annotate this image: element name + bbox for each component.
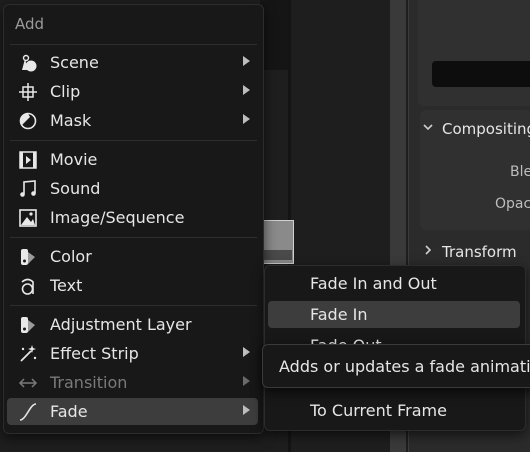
menu-separator — [10, 305, 257, 306]
image-icon — [16, 206, 40, 230]
transform-section-header[interactable]: Transform — [420, 239, 530, 265]
menu-item-scene[interactable]: Scene — [7, 49, 258, 76]
tooltip-text: Adds or updates a fade animation — [279, 356, 530, 376]
sound-icon — [16, 177, 40, 201]
submenu-item-label: Fade In — [310, 305, 368, 324]
menu-item-mask[interactable]: Mask — [7, 107, 258, 134]
strip-name-field[interactable] — [432, 61, 530, 87]
blend-label: Blend — [510, 164, 530, 180]
menu-title: Add — [15, 15, 45, 33]
menu-item-label: Text — [50, 276, 83, 295]
menu-separator — [10, 237, 257, 238]
properties-header — [418, 0, 530, 106]
submenu-arrow-icon — [243, 376, 250, 386]
clip-icon — [16, 80, 40, 104]
chevron-right-icon — [420, 244, 436, 260]
opacity-label: Opacity — [495, 196, 530, 212]
submenu-arrow-icon — [243, 56, 250, 66]
menu-item-clip[interactable]: Clip — [7, 78, 258, 105]
menu-item-image-sequence[interactable]: Image/Sequence — [7, 204, 258, 231]
menu-item-label: Mask — [50, 111, 92, 130]
fade-icon — [16, 400, 40, 424]
scene-icon — [16, 51, 40, 75]
submenu-arrow-icon — [243, 85, 250, 95]
menu-item-label: Scene — [50, 53, 99, 72]
mask-icon — [16, 109, 40, 133]
submenu-arrow-icon — [243, 347, 250, 357]
submenu-item-label: To Current Frame — [310, 401, 447, 420]
submenu-item-label: Fade In and Out — [310, 274, 437, 293]
menu-separator — [10, 140, 257, 141]
menu-item-label: Clip — [50, 82, 81, 101]
menu-item-label: Sound — [50, 179, 101, 198]
menu-item-adjustment-layer[interactable]: Adjustment Layer — [7, 311, 258, 338]
effect-strip-icon — [16, 342, 40, 366]
compositing-label: Compositing — [442, 120, 530, 138]
menu-item-label: Color — [50, 247, 92, 266]
color-icon — [16, 245, 40, 269]
menu-item-color[interactable]: Color — [7, 243, 258, 270]
menu-item-text[interactable]: Text — [7, 272, 258, 299]
submenu-item-fade-in[interactable]: Fade In — [268, 301, 520, 328]
menu-item-label: Adjustment Layer — [50, 315, 192, 334]
transform-label: Transform — [442, 243, 517, 261]
add-menu: Add Scene Clip Mask Movie Sound Image/Se… — [3, 4, 264, 434]
menu-item-sound[interactable]: Sound — [7, 175, 258, 202]
submenu-item-fade-in-and-out[interactable]: Fade In and Out — [268, 270, 520, 297]
menu-item-label: Transition — [50, 373, 128, 392]
menu-item-effect-strip[interactable]: Effect Strip — [7, 340, 258, 367]
menu-item-label: Fade — [50, 402, 88, 421]
adjustment-layer-icon — [16, 313, 40, 337]
menu-item-label: Effect Strip — [50, 344, 139, 363]
menu-item-label: Image/Sequence — [50, 208, 185, 227]
movie-icon — [16, 148, 40, 172]
menu-item-transition[interactable]: Transition — [7, 369, 258, 396]
menu-item-fade[interactable]: Fade — [7, 398, 258, 425]
preview-region — [260, 0, 290, 70]
menu-separator — [10, 44, 257, 45]
menu-item-label: Movie — [50, 150, 98, 169]
strip-thumbnail-shadow — [262, 250, 292, 260]
compositing-section-header[interactable]: Compositing — [420, 116, 530, 142]
submenu-item-to-current-frame[interactable]: To Current Frame — [268, 397, 520, 424]
tooltip: Adds or updates a fade animation — [262, 344, 530, 388]
transition-icon — [16, 371, 40, 395]
submenu-arrow-icon — [243, 405, 250, 415]
text-icon — [16, 274, 40, 298]
chevron-down-icon — [420, 121, 436, 137]
submenu-arrow-icon — [243, 114, 250, 124]
menu-item-movie[interactable]: Movie — [7, 146, 258, 173]
